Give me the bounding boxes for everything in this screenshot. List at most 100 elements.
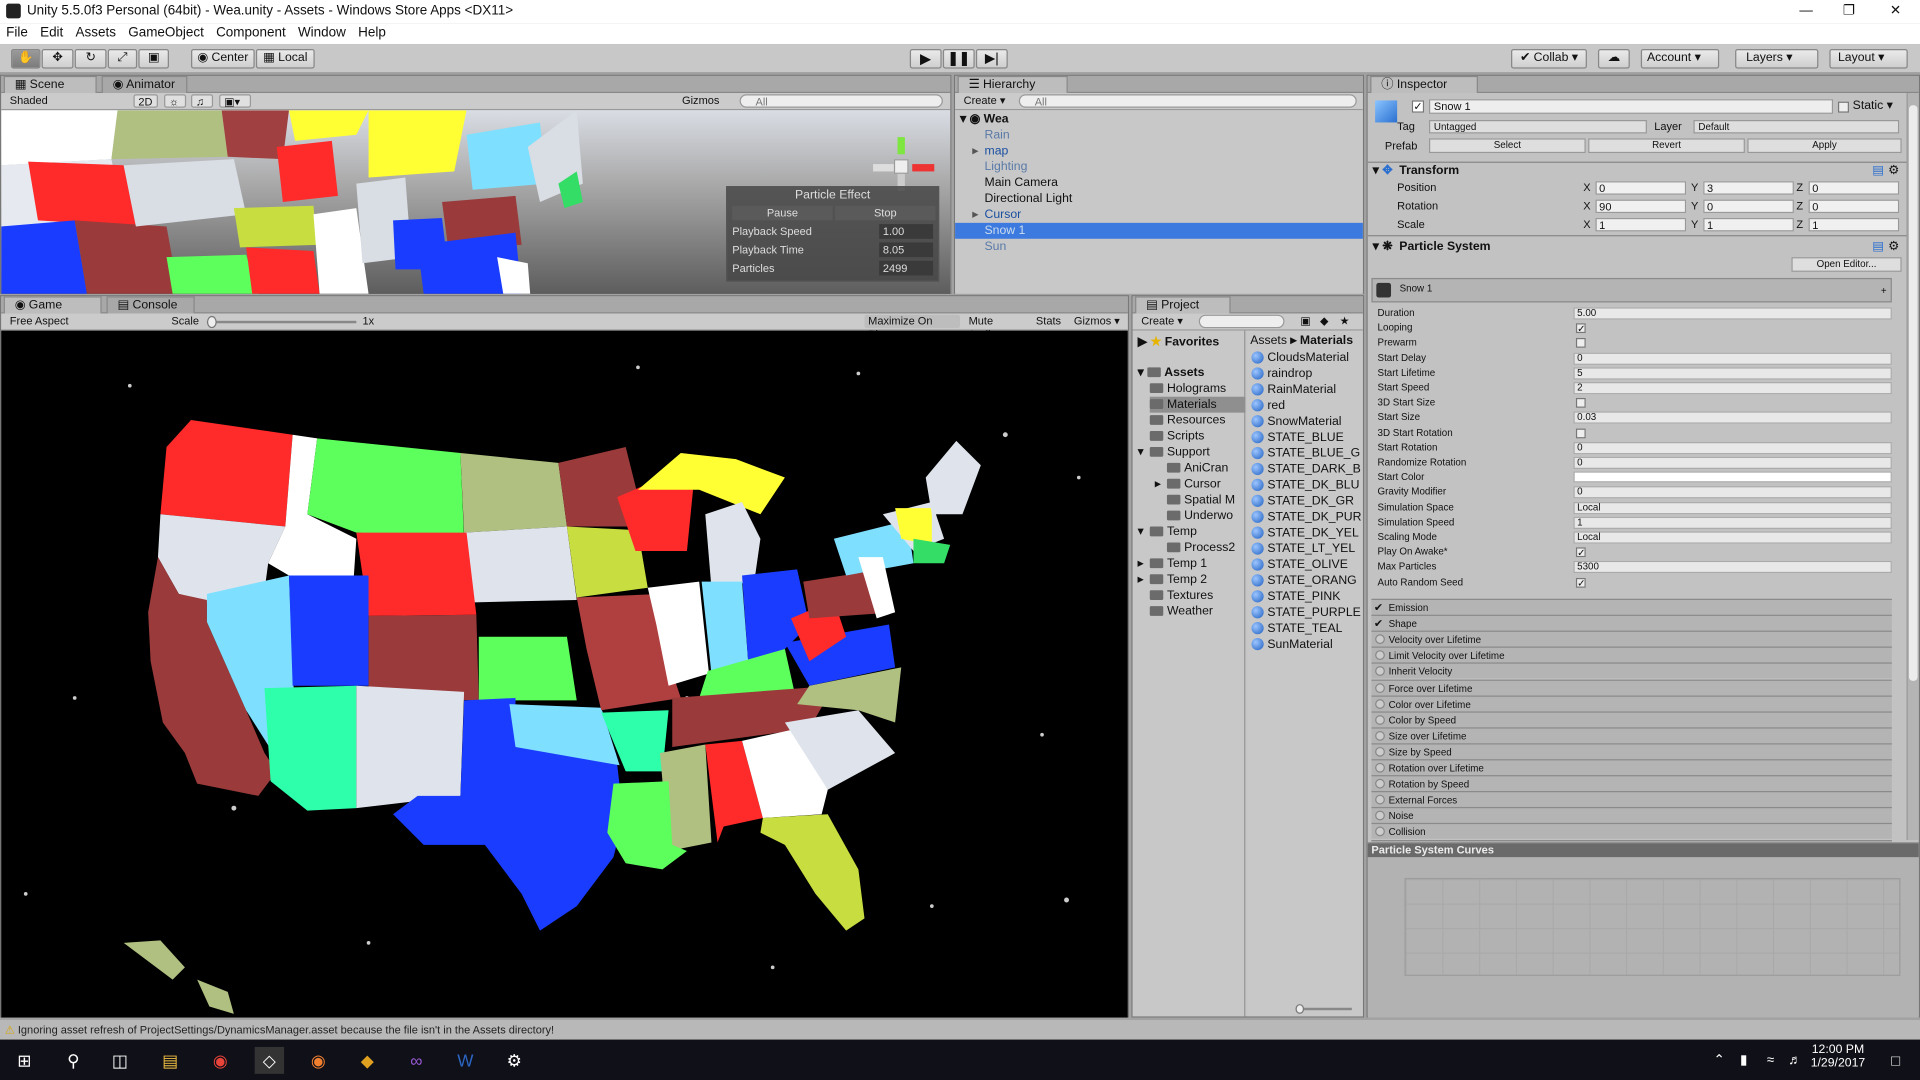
settings-icon[interactable]: ⚙ bbox=[500, 1047, 529, 1074]
project-folder-item[interactable]: ▸ Temp 2 bbox=[1138, 572, 1246, 588]
hierarchy-item[interactable]: Snow 1 bbox=[955, 222, 1363, 239]
scale-tool-icon[interactable]: ⤢ bbox=[107, 48, 138, 69]
help-book-icon[interactable]: ▤ bbox=[1872, 240, 1884, 253]
transform-y-field[interactable]: 1 bbox=[1703, 217, 1794, 232]
static-label[interactable]: Static ▾ bbox=[1853, 99, 1893, 112]
rect-tool-icon[interactable]: ▣ bbox=[138, 48, 169, 69]
minimize-icon[interactable]: — bbox=[1782, 1, 1831, 21]
volume-icon[interactable]: ♬ bbox=[1780, 1047, 1809, 1074]
move-tool-icon[interactable]: ✥ bbox=[41, 48, 74, 69]
material-item[interactable]: STATE_ORANG bbox=[1251, 573, 1361, 589]
settings-gear-icon[interactable]: ⚙ bbox=[1888, 164, 1899, 177]
layers-dropdown[interactable]: Layers ▾ bbox=[1735, 48, 1819, 69]
game-viewport[interactable] bbox=[1, 330, 1128, 1018]
active-checkbox[interactable]: ✓ bbox=[1411, 100, 1425, 113]
transform-y-field[interactable]: 3 bbox=[1703, 181, 1794, 195]
material-item[interactable]: STATE_DK_GR bbox=[1251, 493, 1361, 509]
help-book-icon[interactable]: ▤ bbox=[1872, 164, 1884, 177]
material-item[interactable]: STATE_LT_YEL bbox=[1251, 541, 1361, 557]
particle-module-header[interactable]: ✔ Shape bbox=[1371, 614, 1892, 632]
pivot-center-toggle[interactable]: ◉ Center bbox=[191, 48, 255, 69]
rotate-tool-icon[interactable]: ↻ bbox=[74, 48, 107, 69]
layer-dropdown[interactable]: Default bbox=[1693, 120, 1900, 134]
favorites-item[interactable]: ▶ ★ Favorites bbox=[1138, 334, 1220, 350]
project-folder-item[interactable]: ▾ Support bbox=[1138, 444, 1246, 460]
particle-property-field[interactable]: 0 bbox=[1573, 486, 1892, 499]
particle-pause-button[interactable]: Pause bbox=[732, 205, 833, 221]
tab-game[interactable]: ◉ Game bbox=[3, 296, 102, 314]
project-folder-item[interactable]: Weather bbox=[1149, 604, 1246, 620]
tab-hierarchy[interactable]: ☰ Hierarchy bbox=[957, 75, 1068, 94]
particle-property-field[interactable]: 5.00 bbox=[1573, 307, 1892, 320]
visual-studio-icon[interactable]: ∞ bbox=[402, 1047, 431, 1074]
menu-help[interactable]: Help bbox=[352, 23, 392, 44]
material-item[interactable]: STATE_PURPLE bbox=[1251, 605, 1361, 621]
module-disabled-toggle-icon[interactable] bbox=[1375, 698, 1385, 709]
transform-z-field[interactable]: 0 bbox=[1808, 199, 1900, 214]
particle-module-header[interactable]: External Forces bbox=[1371, 791, 1892, 808]
particle-property-checkbox[interactable] bbox=[1575, 428, 1586, 438]
git-icon[interactable]: ◆ bbox=[353, 1047, 382, 1074]
particle-module-header[interactable]: Inherit Velocity bbox=[1371, 662, 1892, 679]
project-folder-item[interactable]: ▾ Temp bbox=[1138, 524, 1246, 540]
scale-slider[interactable] bbox=[206, 315, 357, 329]
particle-property-checkbox[interactable] bbox=[1575, 398, 1586, 408]
project-folder-item[interactable]: Scripts bbox=[1149, 429, 1246, 445]
blender-icon[interactable]: ◉ bbox=[304, 1047, 333, 1074]
particle-property-field[interactable]: 1 bbox=[1573, 516, 1892, 529]
module-disabled-toggle-icon[interactable] bbox=[1375, 762, 1385, 773]
object-name-input[interactable]: Snow 1 bbox=[1428, 99, 1834, 114]
project-create-dropdown[interactable]: Create ▾ bbox=[1138, 315, 1189, 328]
cloud-icon[interactable]: ☁ bbox=[1597, 48, 1630, 69]
icon-size-thumb[interactable] bbox=[1295, 1004, 1305, 1014]
material-item[interactable]: STATE_OLIVE bbox=[1251, 557, 1361, 573]
close-icon[interactable]: ✕ bbox=[1871, 1, 1920, 21]
icon-size-slider[interactable] bbox=[1295, 1004, 1352, 1014]
particle-module-header[interactable]: Color by Speed bbox=[1371, 711, 1892, 727]
curves-grid[interactable] bbox=[1404, 877, 1901, 976]
hierarchy-item[interactable]: Rain bbox=[955, 127, 1363, 143]
project-folder-item[interactable]: Materials bbox=[1149, 396, 1246, 413]
particle-property-field[interactable]: 0 bbox=[1573, 456, 1892, 469]
particle-property-checkbox[interactable]: ✓ bbox=[1575, 577, 1586, 588]
expand-arrow-icon[interactable]: ▸ bbox=[972, 143, 978, 159]
particle-stop-button[interactable]: Stop bbox=[835, 205, 936, 221]
inspector-scrollbar-thumb[interactable] bbox=[1908, 105, 1918, 681]
menu-edit[interactable]: Edit bbox=[34, 23, 69, 44]
game-gizmos-dropdown[interactable]: Gizmos ▾ bbox=[1070, 315, 1124, 328]
material-item[interactable]: STATE_DK_BLU bbox=[1251, 478, 1361, 494]
module-enabled-check-icon[interactable]: ✔ bbox=[1374, 616, 1383, 632]
account-dropdown[interactable]: Account ▾ bbox=[1640, 48, 1720, 69]
windows-start-icon[interactable]: ⊞ bbox=[10, 1047, 39, 1074]
module-disabled-toggle-icon[interactable] bbox=[1375, 746, 1385, 757]
particle-module-header[interactable]: Rotation over Lifetime bbox=[1371, 759, 1892, 776]
transform-y-field[interactable]: 0 bbox=[1703, 199, 1794, 214]
hand-tool-icon[interactable]: ✋ bbox=[11, 48, 41, 69]
hierarchy-item[interactable]: Lighting bbox=[955, 159, 1363, 175]
static-checkbox[interactable] bbox=[1837, 101, 1849, 113]
favorite-star-icon[interactable]: ★ bbox=[1336, 315, 1353, 328]
tab-animator[interactable]: ◉ Animator bbox=[101, 75, 188, 94]
hierarchy-item[interactable]: Directional Light bbox=[955, 191, 1363, 207]
tab-console[interactable]: ▤ Console bbox=[106, 296, 195, 314]
material-item[interactable]: STATE_DARK_B bbox=[1251, 462, 1361, 478]
material-item[interactable]: red bbox=[1251, 398, 1361, 414]
scene-gizmos-dropdown[interactable]: Gizmos ▾ bbox=[678, 94, 729, 120]
menu-assets[interactable]: Assets bbox=[69, 23, 122, 44]
audio-toggle-icon[interactable]: ♫ bbox=[191, 94, 214, 108]
module-disabled-toggle-icon[interactable] bbox=[1375, 794, 1385, 805]
aspect-dropdown[interactable]: Free Aspect bbox=[6, 315, 165, 328]
particle-property-checkbox[interactable]: ✓ bbox=[1575, 547, 1586, 558]
mute-audio-toggle[interactable]: Mute Audio bbox=[965, 315, 1026, 341]
material-item[interactable]: STATE_TEAL bbox=[1251, 621, 1361, 637]
play-button[interactable]: ▶ bbox=[909, 48, 942, 69]
project-folder-item[interactable]: Textures bbox=[1149, 588, 1246, 604]
word-icon[interactable]: W bbox=[451, 1047, 480, 1074]
hierarchy-create-dropdown[interactable]: Create ▾ bbox=[960, 94, 1014, 107]
material-item[interactable]: SunMaterial bbox=[1251, 637, 1361, 653]
particle-property-checkbox[interactable]: ✓ bbox=[1575, 323, 1586, 334]
lighting-toggle-icon[interactable]: ☼ bbox=[164, 94, 187, 108]
particle-module-header[interactable]: Rotation by Speed bbox=[1371, 775, 1892, 792]
particle-property-field[interactable]: 5 bbox=[1573, 367, 1892, 380]
particle-module-header[interactable]: Size by Speed bbox=[1371, 743, 1892, 760]
